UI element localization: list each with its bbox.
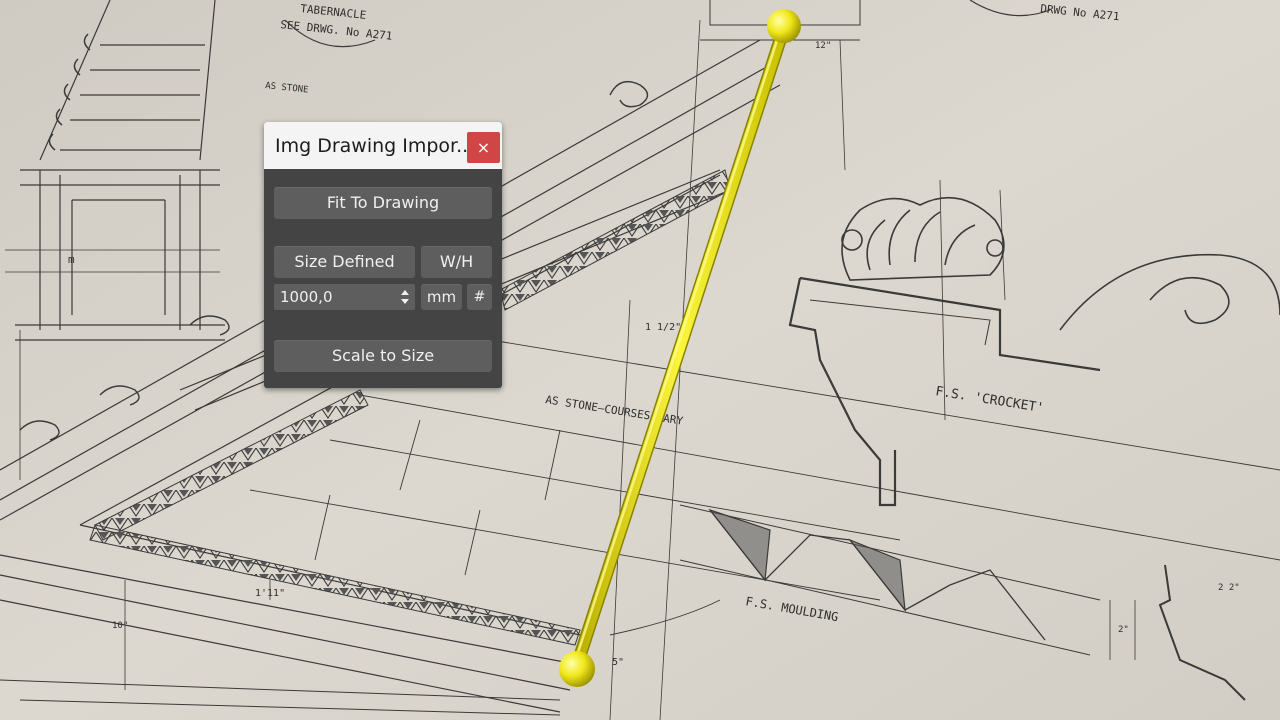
- blueprint-image: TABERNACLE SEE DRWG. No A271 DRWG No A27…: [0, 0, 1280, 720]
- label-dim-10: 10": [112, 621, 128, 631]
- img-drawing-import-dialog: Img Drawing Impor... × Fit To Drawing Si…: [264, 122, 502, 388]
- label-dim-5: 5": [612, 657, 624, 668]
- dialog-title: Img Drawing Impor...: [275, 135, 470, 157]
- label-dim-1-11: 1'11": [255, 588, 285, 599]
- label-dim-12: 12": [815, 41, 831, 51]
- size-value: 1000,0: [280, 288, 333, 306]
- measure-handle-top[interactable]: [767, 9, 801, 43]
- label-dim-2: 2": [1118, 625, 1129, 635]
- close-button[interactable]: ×: [467, 132, 500, 163]
- measure-handle-bottom[interactable]: [559, 651, 595, 687]
- fit-to-drawing-button[interactable]: Fit To Drawing: [274, 187, 492, 219]
- size-mode-button[interactable]: Size Defined: [274, 246, 415, 278]
- drawing-viewport[interactable]: TABERNACLE SEE DRWG. No A271 DRWG No A27…: [0, 0, 1280, 720]
- hash-button[interactable]: #: [467, 284, 492, 310]
- width-height-button[interactable]: W/H: [421, 246, 492, 278]
- scale-to-size-button[interactable]: Scale to Size: [274, 340, 492, 372]
- dialog-titlebar[interactable]: Img Drawing Impor... ×: [264, 122, 502, 169]
- label-dim-1-1-2: 1 1/2": [645, 322, 681, 333]
- unit-button[interactable]: mm: [421, 284, 462, 310]
- size-value-spinner[interactable]: 1000,0: [274, 284, 415, 310]
- label-dim-m: m: [68, 253, 75, 266]
- close-icon: ×: [476, 138, 491, 157]
- label-dim-22: 2 2": [1218, 583, 1240, 593]
- spinner-arrows-icon[interactable]: [400, 288, 410, 306]
